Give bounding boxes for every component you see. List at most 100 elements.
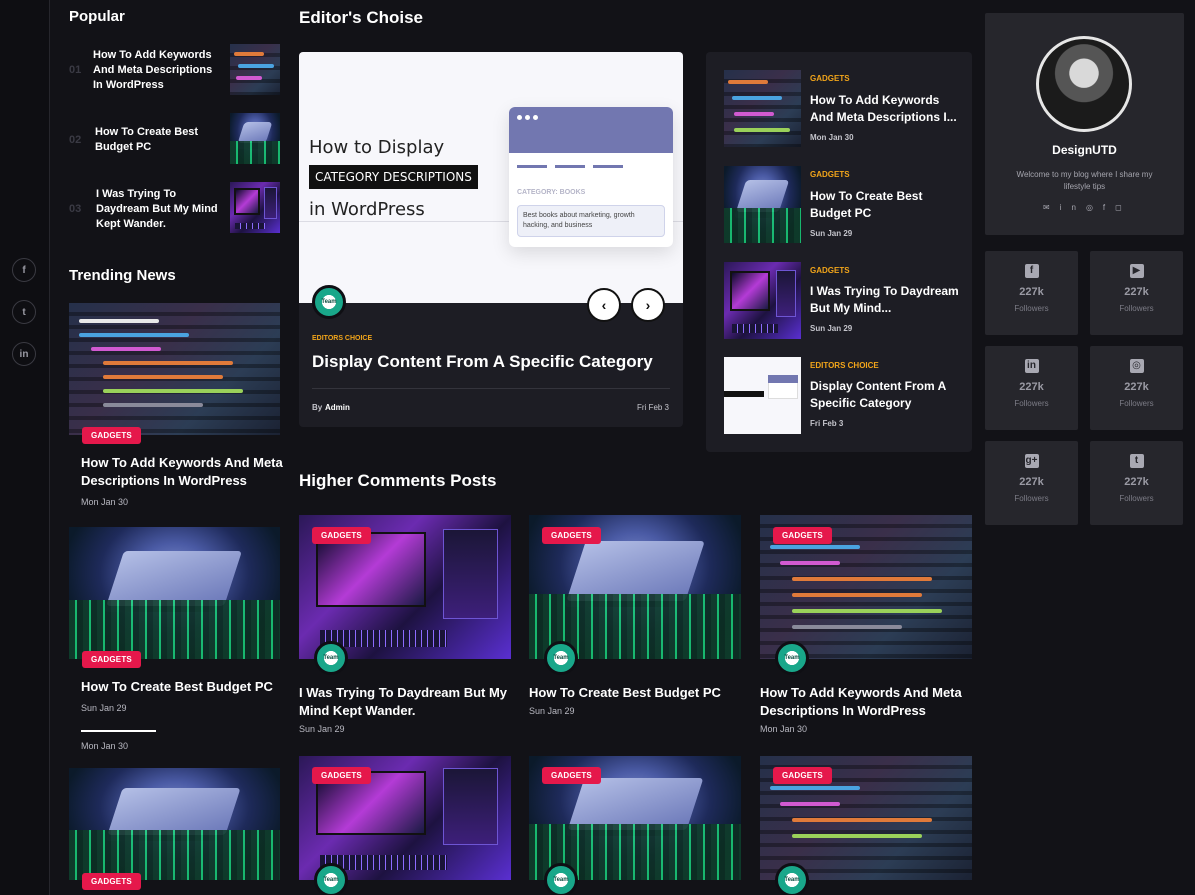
follower-label: Followers	[1014, 494, 1049, 503]
social-stat-linkedin[interactable]: in 227k Followers	[985, 346, 1078, 430]
web-icon[interactable]: ◎	[1086, 203, 1103, 212]
profile-social-links: ✉in◎f◻	[1043, 203, 1132, 212]
post-date: Mon Jan 30	[81, 741, 129, 751]
mail-icon[interactable]: ✉	[1043, 203, 1060, 212]
slider-prev-button[interactable]: ‹	[587, 288, 621, 322]
popular-title[interactable]: How To Add Keywords And Meta Description…	[93, 48, 218, 93]
author-name[interactable]: Admin	[325, 403, 350, 412]
higher-comments-heading: Higher Comments Posts	[299, 471, 497, 490]
slide-image-text: in WordPress	[309, 199, 425, 220]
slide-title[interactable]: Display Content From A Specific Category	[312, 352, 653, 372]
post-thumbnail[interactable]	[724, 166, 801, 243]
linkedin-icon[interactable]: in	[1060, 203, 1086, 212]
author-avatar[interactable]: Team	[314, 641, 348, 675]
popular-title[interactable]: How To Create Best Budget PC	[95, 125, 220, 155]
instagram-icon[interactable]: ◻	[1115, 203, 1132, 212]
follower-label: Followers	[1119, 399, 1154, 408]
post-category[interactable]: GADGETS	[810, 74, 850, 83]
post-date: Sun Jan 29	[81, 703, 127, 713]
post-thumbnail[interactable]	[69, 527, 280, 659]
linkedin-icon: in	[1024, 359, 1039, 373]
follower-count: 227k	[1124, 476, 1149, 488]
post-category[interactable]: GADGETS	[810, 170, 850, 179]
featured-slider[interactable]: How to Display CATEGORY DESCRIPTIONS in …	[299, 52, 683, 427]
slide-image-highlight: CATEGORY DESCRIPTIONS	[309, 165, 478, 189]
social-stat-twitter[interactable]: t 227k Followers	[1090, 441, 1183, 525]
category-badge[interactable]: GADGETS	[82, 427, 141, 444]
post-thumbnail[interactable]	[69, 768, 280, 880]
trending-heading: Trending News	[69, 267, 176, 284]
post-thumbnail[interactable]	[230, 44, 280, 95]
follower-label: Followers	[1119, 494, 1154, 503]
post-thumbnail[interactable]	[69, 303, 280, 435]
divider	[312, 388, 670, 389]
category-badge[interactable]: GADGETS	[773, 527, 832, 544]
avatar[interactable]	[1036, 36, 1132, 132]
follower-label: Followers	[1014, 304, 1049, 313]
post-thumbnail[interactable]	[230, 113, 280, 164]
author-avatar[interactable]: Team	[775, 641, 809, 675]
follower-count: 227k	[1019, 381, 1044, 393]
twitter-icon[interactable]: t	[12, 300, 36, 324]
linkedin-icon[interactable]: in	[12, 342, 36, 366]
post-thumbnail[interactable]	[724, 70, 801, 147]
category-badge[interactable]: GADGETS	[82, 651, 141, 668]
slide-image-text: How to Display	[309, 137, 445, 158]
popular-heading: Popular	[69, 8, 125, 25]
facebook-icon[interactable]: f	[12, 258, 36, 282]
post-thumbnail[interactable]	[724, 262, 801, 339]
popular-number: 01	[69, 64, 82, 76]
post-title[interactable]: How To Add Keywords And Meta Description…	[760, 684, 975, 720]
social-stat-instagram[interactable]: ◎ 227k Followers	[1090, 346, 1183, 430]
profile-name[interactable]: DesignUTD	[985, 143, 1184, 157]
post-title[interactable]: I Was Trying To Daydream But My Mind...	[810, 283, 960, 317]
category-badge[interactable]: GADGETS	[542, 767, 601, 784]
post-title[interactable]: I Was Trying To Daydream But My Mind Kep…	[299, 684, 514, 720]
post-category[interactable]: GADGETS	[810, 266, 850, 275]
post-date: Mon Jan 30	[81, 497, 129, 507]
follower-count: 227k	[1019, 286, 1044, 298]
slide-image[interactable]: How to Display CATEGORY DESCRIPTIONS in …	[299, 52, 683, 303]
profile-bio: Welcome to my blog where I share my life…	[1016, 170, 1153, 191]
editors-choice-list: GADGETS How To Add Keywords And Meta Des…	[706, 52, 972, 452]
editors-choice-heading: Editor's Choise	[299, 8, 424, 27]
social-rail: f t in	[0, 0, 50, 895]
post-date: Fri Feb 3	[810, 419, 844, 428]
author-avatar[interactable]: Team	[314, 863, 348, 895]
popular-number: 03	[69, 203, 82, 215]
profile-card: DesignUTD Welcome to my blog where I sha…	[985, 13, 1184, 235]
post-title[interactable]: How To Create Best Budget PC	[529, 684, 744, 702]
slide-category[interactable]: EDITORS CHOICE	[312, 335, 372, 342]
social-stat-google-plus[interactable]: g+ 227k Followers	[985, 441, 1078, 525]
social-stat-youtube[interactable]: ▶ 227k Followers	[1090, 251, 1183, 335]
category-badge[interactable]: GADGETS	[542, 527, 601, 544]
popular-title[interactable]: I Was Trying To Daydream But My Mind Kep…	[96, 187, 224, 232]
post-title[interactable]: How To Add Keywords And Meta Description…	[810, 92, 960, 126]
google-plus-icon: g+	[1024, 454, 1039, 468]
author-avatar[interactable]: Team	[544, 863, 578, 895]
post-thumbnail[interactable]	[724, 357, 801, 434]
author-avatar[interactable]: Team	[312, 285, 346, 319]
category-badge[interactable]: GADGETS	[312, 767, 371, 784]
post-title[interactable]: How To Add Keywords And Meta Description…	[81, 454, 286, 490]
post-title[interactable]: How To Create Best Budget PC	[81, 678, 286, 696]
byline-prefix: By	[312, 403, 323, 412]
category-badge[interactable]: GADGETS	[82, 873, 141, 890]
post-title[interactable]: How To Create Best Budget PC	[810, 188, 960, 222]
author-avatar[interactable]: Team	[544, 641, 578, 675]
category-badge[interactable]: GADGETS	[773, 767, 832, 784]
slider-next-button[interactable]: ›	[631, 288, 665, 322]
social-stat-facebook[interactable]: f 227k Followers	[985, 251, 1078, 335]
divider	[81, 730, 156, 732]
post-date: Mon Jan 30	[810, 133, 854, 142]
follower-label: Followers	[1014, 399, 1049, 408]
post-title[interactable]: Display Content From A Specific Category	[810, 378, 960, 412]
facebook-icon[interactable]: f	[1103, 203, 1115, 212]
post-date: Sun Jan 29	[810, 324, 853, 333]
category-badge[interactable]: GADGETS	[312, 527, 371, 544]
author-avatar[interactable]: Team	[775, 863, 809, 895]
twitter-icon: t	[1129, 454, 1144, 468]
youtube-icon: ▶	[1129, 264, 1144, 278]
post-thumbnail[interactable]	[230, 182, 280, 233]
post-category[interactable]: EDITORS CHOICE	[810, 361, 879, 370]
